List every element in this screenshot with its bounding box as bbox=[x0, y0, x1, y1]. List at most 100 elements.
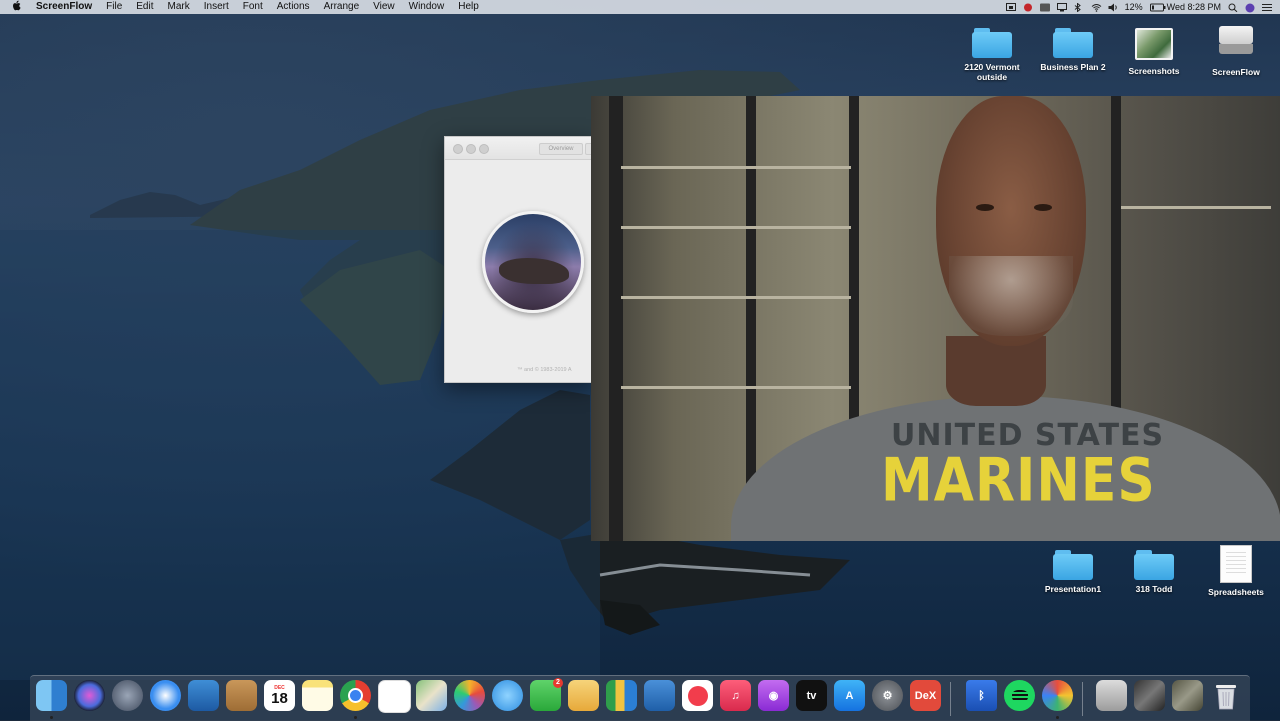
desktop-item-presentation1[interactable]: Presentation1 bbox=[1033, 550, 1113, 594]
desktop-item-label: Presentation1 bbox=[1044, 584, 1102, 594]
desktop-item-label: 2120 Vermont outside bbox=[964, 62, 1020, 82]
apple-menu-icon[interactable] bbox=[12, 0, 26, 15]
dock-maps-icon[interactable] bbox=[416, 680, 447, 711]
dock-sketch-icon[interactable] bbox=[568, 680, 599, 711]
notification-badge: 2 bbox=[553, 678, 563, 688]
dock-numbers-icon[interactable] bbox=[606, 680, 637, 711]
image-file-icon bbox=[1135, 28, 1173, 60]
dock-music-icon[interactable]: ♫ bbox=[720, 680, 751, 711]
menu-bar: ScreenFlow File Edit Mark Insert Font Ac… bbox=[0, 0, 1280, 14]
shelf bbox=[1121, 206, 1271, 209]
copyright-text: ™ and © 1983-2019 A bbox=[517, 367, 572, 373]
menu-file[interactable]: File bbox=[99, 0, 129, 14]
dock-downloads-stack-icon[interactable] bbox=[1096, 680, 1127, 711]
volume-icon[interactable] bbox=[1108, 3, 1118, 12]
dock-separator bbox=[1082, 682, 1083, 716]
desktop-item-318-todd[interactable]: 318 Todd bbox=[1114, 550, 1194, 594]
menu-insert[interactable]: Insert bbox=[197, 0, 236, 14]
dock-notes-icon[interactable] bbox=[302, 680, 333, 711]
about-this-mac-window[interactable]: Overview ™ and © 1983-2019 A bbox=[444, 136, 593, 383]
menu-extras: 12% Wed 8:28 PM bbox=[1005, 0, 1272, 14]
notification-center-icon[interactable] bbox=[1262, 3, 1272, 12]
menu-view[interactable]: View bbox=[366, 0, 402, 14]
person-beard bbox=[949, 256, 1073, 336]
menu-actions[interactable]: Actions bbox=[270, 0, 317, 14]
screen-mirror-icon[interactable] bbox=[1005, 2, 1016, 12]
shelf bbox=[621, 226, 851, 229]
menu-help[interactable]: Help bbox=[451, 0, 486, 14]
dex-label: DeX bbox=[914, 689, 937, 702]
dock-bluetooth-file-exchange-icon[interactable]: ᛒ bbox=[966, 680, 997, 711]
menu-clock[interactable]: Wed 8:28 PM bbox=[1167, 2, 1221, 12]
monitor-icon[interactable] bbox=[1056, 2, 1067, 12]
dock-recent-stack-icon[interactable] bbox=[1172, 680, 1203, 711]
person-eye bbox=[976, 204, 994, 211]
dock-chrome-icon[interactable] bbox=[340, 680, 371, 711]
desktop-item-screenshots[interactable]: Screenshots bbox=[1114, 28, 1194, 76]
shelf bbox=[621, 166, 851, 169]
menu-arrange[interactable]: Arrange bbox=[317, 0, 367, 14]
running-indicator bbox=[1056, 716, 1059, 719]
dock: DEC 18 2 ♫ ◉ tv A ⚙ DeX ᛒ bbox=[30, 675, 1250, 721]
tab-overview[interactable]: Overview bbox=[539, 143, 583, 155]
tv-label: tv bbox=[806, 689, 817, 702]
dock-contacts-icon[interactable] bbox=[226, 680, 257, 711]
dock-finder-icon[interactable] bbox=[36, 680, 67, 711]
dock-siri-icon[interactable] bbox=[74, 680, 105, 711]
dock-news-icon[interactable] bbox=[682, 680, 713, 711]
menu-edit[interactable]: Edit bbox=[129, 0, 160, 14]
desktop-item-2120-vermont[interactable]: 2120 Vermont outside bbox=[952, 28, 1032, 82]
desktop-item-business-plan[interactable]: Business Plan 2 bbox=[1033, 28, 1113, 72]
close-window-button[interactable] bbox=[453, 144, 463, 154]
dock-trash-icon[interactable] bbox=[1210, 680, 1241, 711]
menu-window[interactable]: Window bbox=[402, 0, 452, 14]
screenflow-status-icon[interactable] bbox=[1039, 3, 1050, 12]
menu-mark[interactable]: Mark bbox=[161, 0, 197, 14]
dock-documents-stack-icon[interactable] bbox=[1134, 680, 1165, 711]
person-neck bbox=[946, 336, 1046, 406]
bluetooth-icon[interactable] bbox=[1074, 1, 1084, 13]
dock-spotify-icon[interactable] bbox=[1004, 680, 1035, 711]
dock-keynote-icon[interactable] bbox=[644, 680, 675, 711]
desktop-item-label: Screenshots bbox=[1128, 66, 1180, 76]
zoom-window-button[interactable] bbox=[479, 144, 489, 154]
dock-podcasts-icon[interactable]: ◉ bbox=[758, 680, 789, 711]
folder-icon bbox=[1053, 550, 1093, 580]
wifi-icon[interactable] bbox=[1091, 3, 1101, 12]
dock-dex-icon[interactable]: DeX bbox=[910, 680, 941, 711]
desktop-item-label: Business Plan 2 bbox=[1040, 62, 1106, 72]
folder-icon bbox=[972, 28, 1012, 58]
dock-facetime-icon[interactable]: 2 bbox=[530, 678, 563, 711]
shelf bbox=[621, 386, 851, 389]
dock-reminders-icon[interactable] bbox=[378, 680, 411, 713]
macos-catalina-logo bbox=[482, 211, 584, 313]
running-indicator bbox=[50, 716, 53, 719]
battery-icon[interactable] bbox=[1149, 3, 1166, 12]
cabinet-frame bbox=[609, 96, 623, 541]
dock-photos-icon[interactable] bbox=[454, 680, 485, 711]
desktop-item-label: Spreadsheets bbox=[1208, 587, 1264, 597]
shelf bbox=[621, 296, 851, 299]
dock-launchpad-icon[interactable] bbox=[112, 680, 143, 711]
dock-app-store-icon[interactable]: A bbox=[834, 680, 865, 711]
minimize-window-button[interactable] bbox=[466, 144, 476, 154]
dock-separator bbox=[950, 682, 951, 716]
dock-system-preferences-icon[interactable]: ⚙ bbox=[872, 680, 903, 711]
menu-font[interactable]: Font bbox=[236, 0, 270, 14]
dock-preview-icon[interactable] bbox=[188, 680, 219, 711]
record-icon[interactable] bbox=[1023, 3, 1033, 12]
desktop-item-spreadsheets[interactable]: Spreadsheets bbox=[1196, 545, 1276, 597]
window-titlebar[interactable]: Overview bbox=[445, 137, 592, 160]
dock-calendar-icon[interactable]: DEC 18 bbox=[264, 680, 295, 711]
calendar-day: 18 bbox=[271, 689, 288, 707]
dock-messages-icon[interactable] bbox=[492, 680, 523, 711]
spotlight-search-icon[interactable] bbox=[1228, 3, 1238, 12]
siri-icon[interactable] bbox=[1245, 3, 1255, 12]
disk-drive-icon bbox=[1219, 22, 1253, 56]
desktop-item-screenflow-drive[interactable]: ScreenFlow bbox=[1196, 22, 1276, 77]
dock-tv-icon[interactable]: tv bbox=[796, 680, 827, 711]
menu-app-name[interactable]: ScreenFlow bbox=[26, 0, 99, 14]
dock-davinci-icon[interactable] bbox=[1042, 680, 1073, 711]
dock-safari-icon[interactable] bbox=[150, 680, 181, 711]
folder-icon bbox=[1134, 550, 1174, 580]
